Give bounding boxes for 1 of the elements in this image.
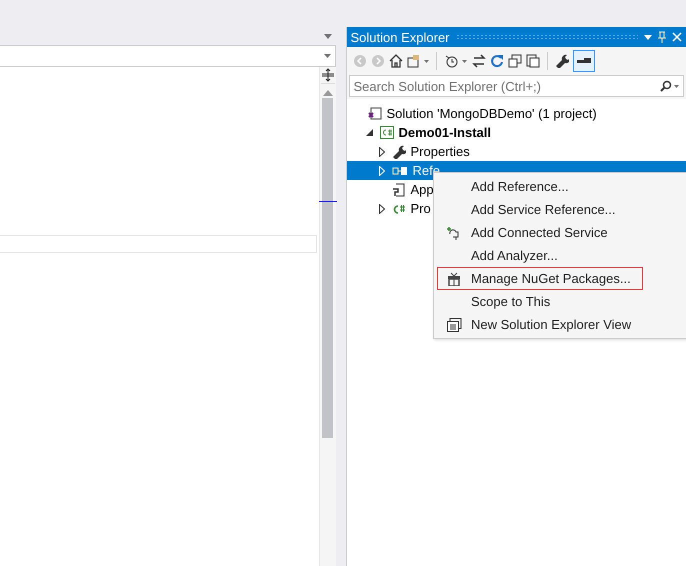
panel-title: Solution Explorer <box>350 30 450 44</box>
